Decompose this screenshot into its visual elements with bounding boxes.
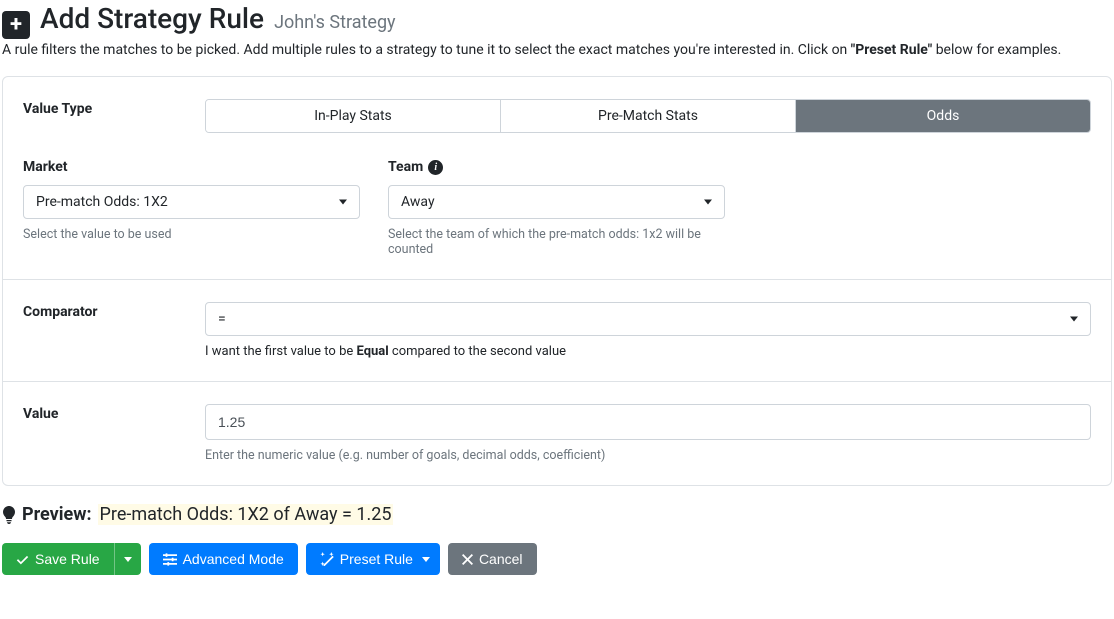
tab-inplay-stats[interactable]: In-Play Stats	[206, 100, 501, 132]
page-description: A rule filters the matches to be picked.…	[0, 36, 1114, 76]
plus-icon: +	[2, 11, 30, 39]
check-icon	[16, 553, 29, 566]
actions-row: Save Rule Advanced Mode Preset Rule Canc…	[0, 543, 1114, 575]
close-icon	[462, 554, 473, 565]
comparator-label: Comparator	[23, 302, 205, 320]
value-type-tabs: In-Play Stats Pre-Match Stats Odds	[205, 99, 1091, 133]
team-label: Team i	[388, 159, 725, 175]
lightbulb-icon	[2, 506, 16, 524]
team-help: Select the team of which the pre-match o…	[388, 227, 725, 257]
page-header: + Add Strategy Rule John's Strategy	[0, 0, 1114, 36]
comparator-help: I want the first value to be Equal compa…	[205, 344, 1091, 359]
save-rule-button[interactable]: Save Rule	[2, 543, 114, 575]
tab-prematch-stats[interactable]: Pre-Match Stats	[501, 100, 796, 132]
comparator-select[interactable]: =	[205, 302, 1091, 336]
page-title: Add Strategy Rule	[40, 2, 264, 35]
value-label: Value	[23, 404, 205, 422]
market-label: Market	[23, 159, 360, 175]
market-select[interactable]: Pre-match Odds: 1X2	[23, 185, 360, 219]
preview-text: Pre-match Odds: 1X2 of Away = 1.25	[98, 504, 394, 525]
preset-rule-button[interactable]: Preset Rule	[306, 543, 440, 575]
magic-icon	[320, 552, 334, 566]
advanced-mode-button[interactable]: Advanced Mode	[149, 543, 298, 575]
tab-odds[interactable]: Odds	[796, 100, 1090, 132]
team-select[interactable]: Away	[388, 185, 725, 219]
market-help: Select the value to be used	[23, 227, 360, 242]
value-type-label: Value Type	[23, 99, 205, 117]
save-rule-dropdown[interactable]	[114, 543, 141, 575]
chevron-down-icon	[422, 557, 430, 562]
sliders-icon	[163, 553, 177, 566]
preview-label: Preview:	[22, 504, 92, 525]
cancel-button[interactable]: Cancel	[448, 543, 537, 575]
value-input[interactable]	[205, 404, 1091, 440]
chevron-down-icon	[124, 557, 132, 562]
page-subtitle: John's Strategy	[274, 12, 396, 33]
info-icon[interactable]: i	[428, 160, 443, 175]
value-help: Enter the numeric value (e.g. number of …	[205, 448, 1091, 463]
